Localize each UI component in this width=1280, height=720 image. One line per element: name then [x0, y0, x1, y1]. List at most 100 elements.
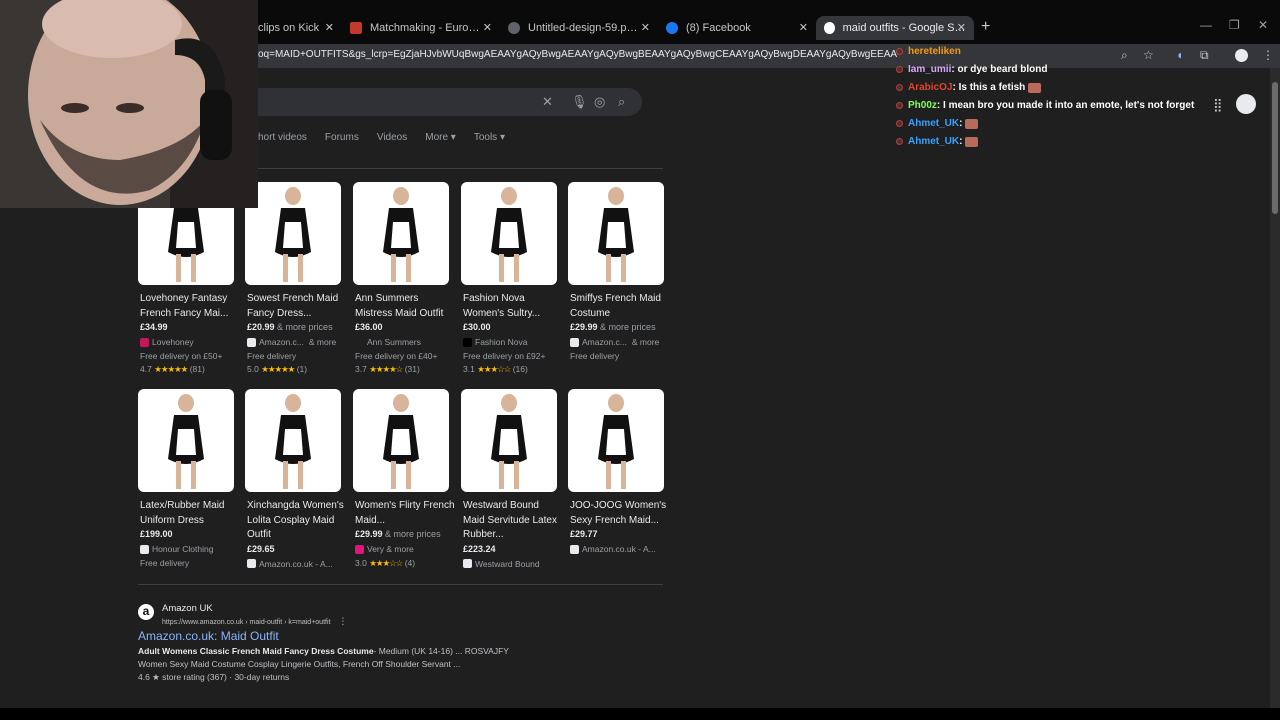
chat-username[interactable]: Ahmet_UK	[908, 118, 959, 129]
seller-more: & more	[631, 337, 660, 347]
maximize-icon[interactable]: ❐	[1229, 18, 1240, 32]
tab-facebook[interactable]: (8) Facebook ✕	[658, 16, 816, 40]
price-value: £29.77	[570, 529, 598, 539]
product-price: £36.00	[355, 322, 383, 332]
snippet-bold: Adult Womens Classic French Maid Fancy D…	[138, 646, 374, 656]
close-icon[interactable]: ✕	[641, 21, 650, 34]
result-site-name[interactable]: Amazon UK	[162, 603, 213, 614]
media-icon[interactable]: ◖	[1176, 48, 1183, 62]
product-title[interactable]: Westward Bound Maid Servitude Latex Rubb…	[463, 499, 563, 543]
close-icon[interactable]: ✕	[957, 21, 966, 34]
product-image[interactable]	[138, 389, 234, 492]
user-badge-icon	[896, 48, 903, 55]
zoom-icon[interactable]: ⌕	[1121, 48, 1128, 63]
filter-forums[interactable]: Forums	[325, 132, 359, 146]
microphone-icon[interactable]: 🎙︎	[571, 94, 588, 110]
product-title[interactable]: Lovehoney Fantasy French Fancy Mai...	[140, 292, 240, 321]
price-more: & more prices	[385, 529, 441, 539]
bookmark-star-icon[interactable]: ☆	[1143, 48, 1154, 62]
result-snippet-line-1: Adult Womens Classic French Maid Fancy D…	[138, 646, 509, 656]
price-value: £20.99	[247, 322, 275, 332]
seller-icon	[570, 544, 579, 554]
product-title[interactable]: Smiffys French Maid Costume	[570, 292, 670, 321]
seller-icon	[463, 337, 472, 347]
filter-more[interactable]: More ▾	[425, 132, 456, 146]
extensions-icon[interactable]: ⧉	[1200, 48, 1209, 63]
product-image[interactable]	[568, 182, 664, 285]
tab-title: Matchmaking - Europe 5v5 Qu	[370, 22, 482, 34]
product-title[interactable]: Women's Flirty French Maid...	[355, 499, 455, 528]
product-delivery: Free delivery on £50+	[140, 351, 223, 361]
product-title[interactable]: JOO-JOOG Women's Sexy French Maid...	[570, 499, 670, 528]
tab-image[interactable]: Untitled-design-59.png (550×3 ✕	[500, 16, 658, 40]
product-title[interactable]: Xinchangda Women's Lolita Cosplay Maid O…	[247, 499, 347, 543]
filter-videos[interactable]: Videos	[377, 132, 407, 146]
product-price: £34.99	[140, 322, 168, 332]
minimize-icon[interactable]: —	[1200, 18, 1212, 32]
tab-matchmaking[interactable]: Matchmaking - Europe 5v5 Qu ✕	[342, 16, 500, 40]
product-image[interactable]	[245, 389, 341, 492]
snippet-text: - Medium (UK 14-16) ... ROSVAJFY	[373, 646, 509, 656]
tab-google-search[interactable]: maid outfits - Google Search ✕	[816, 16, 974, 40]
camera-lens-icon[interactable]: ◎	[594, 94, 605, 110]
result-url[interactable]: https://www.amazon.co.uk › maid-outfit ›…	[162, 616, 347, 627]
result-url-text: https://www.amazon.co.uk › maid-outfit ›…	[162, 619, 331, 626]
result-snippet-line-2: Women Sexy Maid Costume Cosplay Lingerie…	[138, 659, 461, 669]
more-options-icon[interactable]: ⋮	[338, 616, 347, 626]
chat-username[interactable]: Ahmet_UK	[908, 136, 959, 147]
product-delivery: Free delivery on £92+	[463, 351, 546, 361]
new-tab-button[interactable]: +	[981, 18, 990, 36]
result-rating-line: 4.6 ★ store rating (367) · 30-day return…	[138, 672, 290, 682]
clear-icon[interactable]: ✕	[542, 94, 553, 110]
product-image[interactable]	[353, 182, 449, 285]
facebook-icon	[666, 22, 678, 34]
search-box[interactable]: ✕ 🎙︎ ◎ ⌕	[250, 88, 642, 116]
product-price: £30.00	[463, 322, 491, 332]
close-icon[interactable]: ✕	[325, 21, 334, 34]
chat-username[interactable]: hereteliken	[908, 46, 961, 57]
close-icon[interactable]: ✕	[483, 21, 492, 34]
tab-kick[interactable]: clips on Kick ✕	[250, 16, 342, 40]
filter-short-videos[interactable]: hort videos	[258, 132, 307, 146]
search-icon[interactable]: ⌕	[618, 94, 625, 110]
product-seller: Very & more	[355, 544, 419, 554]
chat-text: : or dye beard blond	[951, 64, 1048, 75]
chat-username[interactable]: ArabicOJ	[908, 82, 952, 93]
product-image[interactable]	[353, 389, 449, 492]
product-title[interactable]: Sowest French Maid Fancy Dress...	[247, 292, 347, 321]
product-title[interactable]: Fashion Nova Women's Sultry...	[463, 292, 563, 321]
amazon-logo-icon: a	[138, 604, 154, 620]
google-apps-icon[interactable]: ⣿	[1213, 97, 1223, 113]
product-image[interactable]	[461, 182, 557, 285]
product-rating: 3.0 ★★★☆☆ (4)	[355, 558, 415, 569]
url-text[interactable]: oq=MAID+OUTFITS&gs_lcrp=EgZjaHJvbWUqBwgA…	[258, 49, 898, 60]
rating-stars-icon: ★★★★★	[154, 364, 188, 374]
globe-icon	[508, 22, 520, 34]
faceit-icon	[350, 22, 362, 34]
rating-count: (16)	[512, 364, 528, 374]
product-image[interactable]	[461, 389, 557, 492]
chat-text: : I mean bro you made it into an emote, …	[936, 100, 1195, 111]
product-image[interactable]	[568, 389, 664, 492]
close-icon[interactable]: ✕	[799, 21, 808, 34]
result-title-link[interactable]: Amazon.co.uk: Maid Outfit	[138, 629, 279, 643]
chat-username[interactable]: Iam_umii	[908, 64, 951, 75]
window-close-icon[interactable]: ✕	[1258, 18, 1268, 32]
rating-stars-icon: ★★★☆☆	[477, 364, 511, 374]
streamer-webcam-image	[0, 0, 258, 208]
seller-name: Westward Bound	[475, 558, 540, 569]
kebab-menu-icon[interactable]: ⋮	[1262, 48, 1274, 62]
scrollbar-thumb[interactable]	[1272, 82, 1278, 214]
product-title[interactable]: Latex/Rubber Maid Uniform Dress	[140, 499, 240, 528]
chat-text: :	[959, 118, 963, 129]
rating-stars-icon: ★★★★★	[261, 364, 295, 374]
page-scrollbar[interactable]	[1270, 68, 1280, 708]
chat-username[interactable]: Ph00z	[908, 100, 937, 111]
profile-icon[interactable]	[1235, 49, 1248, 62]
filter-tools[interactable]: Tools ▾	[474, 132, 505, 146]
chat-message: Ahmet_UK:	[896, 136, 979, 147]
product-title[interactable]: Ann Summers Mistress Maid Outfit	[355, 292, 455, 321]
account-avatar[interactable]	[1236, 94, 1256, 114]
product-image[interactable]	[245, 182, 341, 285]
product-rating: 4.7 ★★★★★ (81)	[140, 364, 205, 375]
